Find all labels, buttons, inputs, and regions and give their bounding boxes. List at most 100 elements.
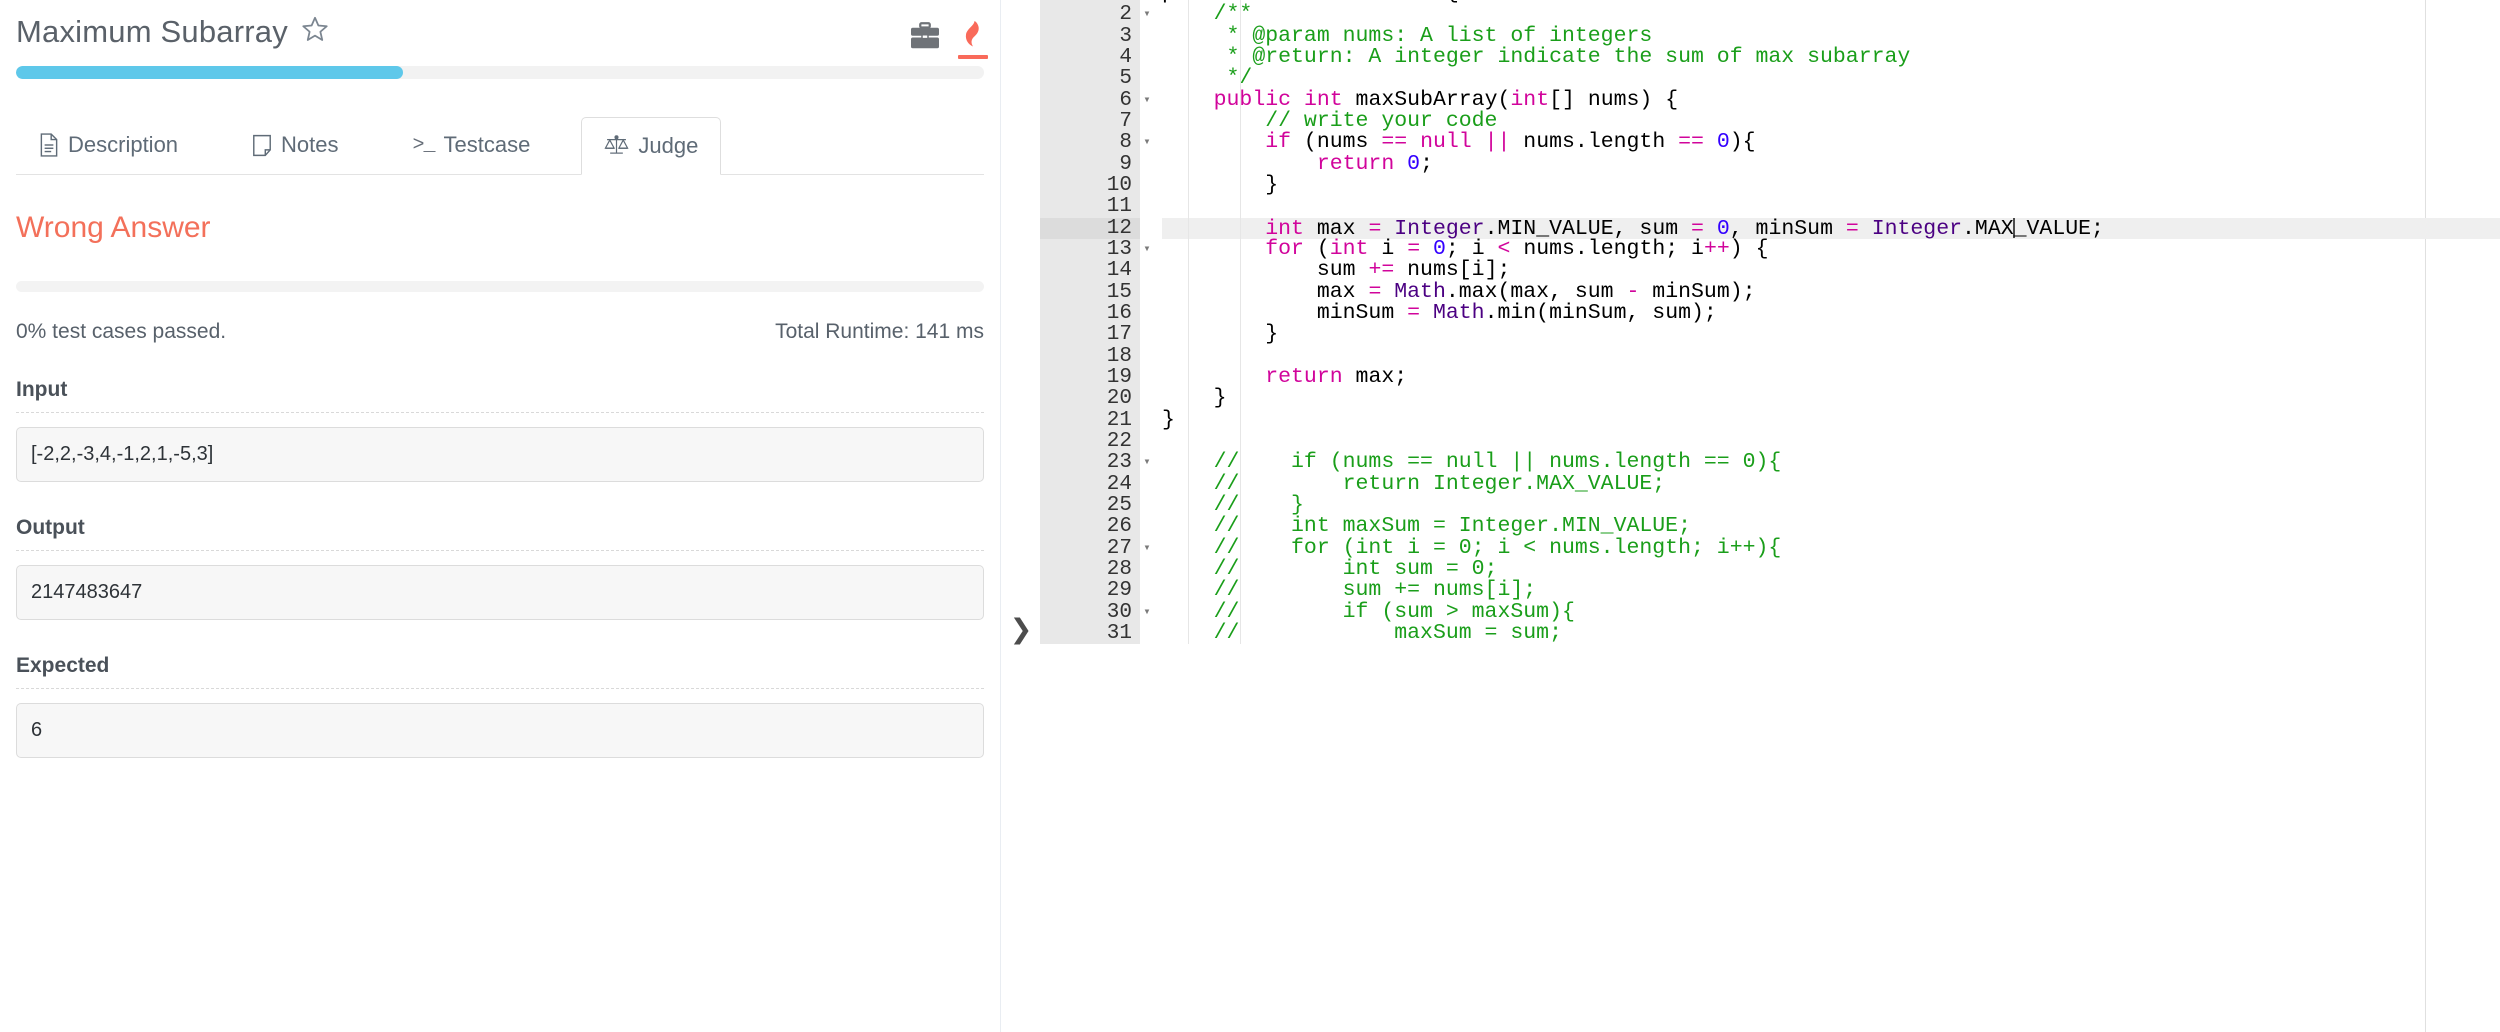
- indent-guide: [1240, 430, 1241, 453]
- code-line-row[interactable]: 3 * @param nums: A list of integers: [1040, 25, 2500, 47]
- code-line-text[interactable]: // if (nums == null || nums.length == 0)…: [1162, 451, 2500, 474]
- code-line-text[interactable]: // maxSum = sum;: [1162, 622, 2500, 645]
- fold-arrow-icon[interactable]: ▾: [1140, 4, 1154, 25]
- code-lines-container[interactable]: 1public class Solution {2▾ /**3 * @param…: [1040, 0, 2500, 644]
- judge-progress-bar: [16, 281, 984, 292]
- code-line-row[interactable]: 14 sum += nums[i];: [1040, 260, 2500, 282]
- code-line-text[interactable]: // for (int i = 0; i < nums.length; i++)…: [1162, 537, 2500, 559]
- line-number: 2 ▾: [1040, 4, 1151, 26]
- code-line-text[interactable]: // }: [1162, 494, 2500, 517]
- code-line-text[interactable]: minSum = Math.min(minSum, sum);: [1162, 302, 2500, 325]
- code-token: ) {: [1729, 236, 1769, 261]
- code-line-text[interactable]: public int maxSubArray(int[] nums) {: [1162, 89, 2500, 111]
- left-panel: Maximum Subarray Description Notes >_ Te…: [0, 0, 1000, 1032]
- code-line-row[interactable]: 26 // int maxSum = Integer.MIN_VALUE;: [1040, 515, 2500, 538]
- code-line-row[interactable]: 10 }: [1040, 174, 2500, 197]
- code-line-text[interactable]: max = Math.max(max, sum - minSum);: [1162, 281, 2500, 303]
- code-line-text[interactable]: * @return: A integer indicate the sum of…: [1162, 46, 2500, 69]
- tab-judge[interactable]: Judge: [581, 117, 722, 175]
- code-line-row[interactable]: 6 ▾ public int maxSubArray(int[] nums) {: [1040, 89, 2500, 111]
- code-line-text[interactable]: [1162, 430, 2500, 453]
- star-outline-icon[interactable]: [300, 14, 330, 53]
- fold-arrow-icon[interactable]: ▾: [1140, 538, 1154, 559]
- code-line-text[interactable]: // sum += nums[i];: [1162, 579, 2500, 602]
- code-line-text[interactable]: if (nums == null || nums.length == 0){: [1162, 130, 2500, 155]
- code-line-row[interactable]: 9 return 0;: [1040, 153, 2500, 175]
- code-line-text[interactable]: */: [1162, 68, 2500, 90]
- indent-guide: [1240, 366, 1241, 389]
- line-number: 4: [1040, 47, 1140, 68]
- code-line-row[interactable]: 23 ▾ // if (nums == null || nums.length =…: [1040, 451, 2500, 474]
- indent-guide: [1188, 196, 1189, 218]
- code-line-text[interactable]: * @param nums: A list of integers: [1162, 25, 2500, 47]
- code-line-text[interactable]: int max = Integer.MIN_VALUE, sum = 0, mi…: [1162, 217, 2500, 239]
- code-editor[interactable]: 1public class Solution {2▾ /**3 * @param…: [1040, 0, 2500, 1032]
- terminal-icon: >_: [412, 133, 436, 157]
- code-line-row[interactable]: 5 */: [1040, 68, 2500, 90]
- total-runtime-text: Total Runtime: 141 ms: [775, 320, 984, 343]
- code-line-text[interactable]: return max;: [1162, 366, 2500, 389]
- chevron-right-icon[interactable]: ❯: [1009, 615, 1033, 645]
- tab-description[interactable]: Description: [16, 116, 201, 174]
- tab-notes[interactable]: Notes: [229, 116, 361, 174]
- code-line-text[interactable]: /**: [1162, 4, 2500, 26]
- fold-arrow-icon[interactable]: ▾: [1140, 132, 1154, 153]
- code-line-text[interactable]: // if (sum > maxSum){: [1162, 601, 2500, 623]
- indent-guide: [1188, 388, 1189, 410]
- code-line-row[interactable]: 11: [1040, 196, 2500, 218]
- code-line-row[interactable]: 29 // sum += nums[i];: [1040, 579, 2500, 602]
- code-line-row[interactable]: 12 int max = Integer.MIN_VALUE, sum = 0,…: [1040, 217, 2500, 239]
- code-line-row[interactable]: 28 // int sum = 0;: [1040, 558, 2500, 581]
- tab-testcase[interactable]: >_ Testcase: [390, 116, 554, 174]
- expected-value-box[interactable]: 6: [16, 703, 984, 758]
- code-line-row[interactable]: 15 max = Math.max(max, sum - minSum);: [1040, 281, 2500, 303]
- code-line-row[interactable]: 27 ▾ // for (int i = 0; i < nums.length; …: [1040, 537, 2500, 559]
- code-line-row[interactable]: 17 }: [1040, 324, 2500, 346]
- code-line-row[interactable]: 16 minSum = Math.min(minSum, sum);: [1040, 302, 2500, 325]
- code-line-row[interactable]: 4 * @return: A integer indicate the sum …: [1040, 46, 2500, 69]
- line-number: 13 ▾: [1040, 239, 1151, 260]
- line-number: 21: [1040, 409, 1140, 431]
- fold-arrow-icon[interactable]: ▾: [1140, 452, 1154, 473]
- briefcase-icon[interactable]: [910, 22, 940, 50]
- code-line-text[interactable]: }: [1162, 324, 2500, 346]
- input-value-box[interactable]: [-2,2,-3,4,-1,2,1,-5,3]: [16, 427, 984, 482]
- code-line-row[interactable]: 21}: [1040, 409, 2500, 431]
- code-line-text[interactable]: return 0;: [1162, 153, 2500, 175]
- flame-icon[interactable]: [958, 20, 988, 59]
- indent-guide: [1240, 238, 1241, 261]
- code-line-text[interactable]: }: [1162, 409, 2500, 431]
- line-number: 28: [1040, 559, 1140, 580]
- fold-arrow-icon[interactable]: ▾: [1140, 90, 1154, 111]
- panel-divider[interactable]: ❯: [1000, 0, 1040, 1032]
- code-line-text[interactable]: // return Integer.MAX_VALUE;: [1162, 473, 2500, 495]
- code-line-row[interactable]: 30 ▾ // if (sum > maxSum){: [1040, 601, 2500, 623]
- code-line-row[interactable]: 31 // maxSum = sum;: [1040, 622, 2500, 645]
- code-line-text[interactable]: // write your code: [1162, 110, 2500, 133]
- code-line-text[interactable]: for (int i = 0; i < nums.length; i++) {: [1162, 236, 2500, 261]
- code-line-row[interactable]: 25 // }: [1040, 494, 2500, 517]
- code-line-row[interactable]: 8 ▾ if (nums == null || nums.length == 0)…: [1040, 130, 2500, 155]
- panel-tabs: Description Notes >_ Testcase Judge: [16, 101, 984, 175]
- code-line-text[interactable]: [1162, 345, 2500, 367]
- line-number: 16: [1040, 303, 1140, 324]
- problem-progress-bar: [16, 66, 984, 79]
- code-line-text[interactable]: }: [1162, 174, 2500, 197]
- code-line-row[interactable]: 2 ▾ /**: [1040, 4, 2500, 26]
- code-line-row[interactable]: 13 ▾ for (int i = 0; i < nums.length; i++…: [1040, 236, 2500, 261]
- fold-arrow-icon[interactable]: ▾: [1140, 602, 1154, 623]
- code-line-text[interactable]: // int sum = 0;: [1162, 558, 2500, 581]
- code-line-text[interactable]: }: [1162, 387, 2500, 410]
- code-line-row[interactable]: 22: [1040, 431, 2500, 452]
- output-value-box[interactable]: 2147483647: [16, 565, 984, 620]
- code-token: ){: [1729, 130, 1756, 155]
- code-line-text[interactable]: sum += nums[i];: [1162, 260, 2500, 282]
- code-line-row[interactable]: 19 return max;: [1040, 366, 2500, 389]
- code-line-row[interactable]: 18: [1040, 345, 2500, 367]
- code-line-row[interactable]: 7 // write your code: [1040, 110, 2500, 133]
- code-line-row[interactable]: 20 }: [1040, 387, 2500, 410]
- code-line-row[interactable]: 24 // return Integer.MAX_VALUE;: [1040, 473, 2500, 495]
- code-line-text[interactable]: [1162, 196, 2500, 218]
- code-line-text[interactable]: // int maxSum = Integer.MIN_VALUE;: [1162, 515, 2500, 538]
- fold-arrow-icon[interactable]: ▾: [1140, 239, 1154, 260]
